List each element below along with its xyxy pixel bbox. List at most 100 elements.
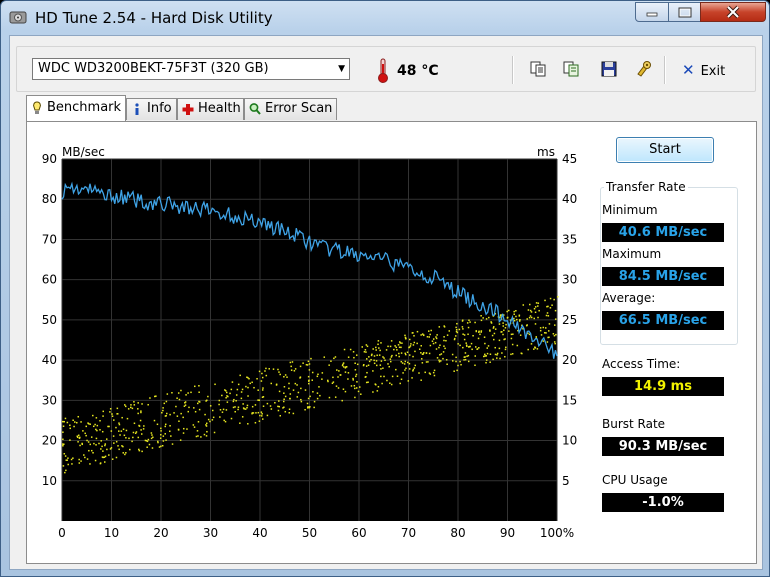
access-time-point xyxy=(372,391,374,393)
access-time-point xyxy=(513,313,515,315)
copy-icon[interactable] xyxy=(529,60,547,78)
access-time-point xyxy=(492,358,494,361)
access-time-point xyxy=(213,431,216,434)
x-tick-label: 90 xyxy=(500,526,515,540)
tab-error-scan[interactable]: Error Scan xyxy=(244,98,337,120)
access-time-point xyxy=(279,373,281,376)
copy-info-icon[interactable] xyxy=(562,60,580,78)
tab-info-label: Info xyxy=(147,101,172,116)
access-time-point xyxy=(64,471,66,474)
access-time-point xyxy=(194,410,197,413)
access-time-point xyxy=(111,415,114,417)
tab-health[interactable]: Health xyxy=(177,98,244,120)
access-time-point xyxy=(125,452,127,454)
access-time-point xyxy=(244,408,247,410)
title-bar[interactable]: HD Tune 2.54 - Hard Disk Utility xyxy=(1,1,769,35)
minimize-button[interactable] xyxy=(635,2,669,22)
access-time-point xyxy=(413,341,416,344)
access-time-point xyxy=(197,435,199,437)
access-time-point xyxy=(535,336,538,338)
access-time-point xyxy=(440,360,442,362)
access-time-point xyxy=(321,378,323,380)
start-button[interactable]: Start xyxy=(616,137,714,163)
access-time-point xyxy=(503,329,505,332)
maximize-button[interactable] xyxy=(668,2,701,22)
info-icon xyxy=(135,103,139,115)
access-time-point xyxy=(438,359,440,361)
access-time-point xyxy=(321,372,324,374)
access-time-point xyxy=(278,371,280,373)
access-time-point xyxy=(476,348,479,350)
access-time-point xyxy=(502,322,504,324)
access-time-point xyxy=(519,334,522,336)
access-time-point xyxy=(337,376,339,378)
access-time-point xyxy=(209,405,212,407)
access-time-point xyxy=(420,358,423,360)
access-time-point xyxy=(118,430,120,432)
access-time-point xyxy=(132,436,134,439)
burst-rate-label: Burst Rate xyxy=(602,417,666,431)
access-time-point xyxy=(500,331,502,333)
access-time-point xyxy=(121,445,123,447)
access-time-point xyxy=(266,414,269,417)
options-icon[interactable] xyxy=(635,60,653,78)
access-time-point xyxy=(290,365,292,368)
access-time-point xyxy=(79,436,81,439)
access-time-point xyxy=(519,318,521,321)
access-time-point xyxy=(179,439,182,441)
access-time-point xyxy=(373,362,376,365)
access-time-point xyxy=(485,359,488,361)
access-time-point xyxy=(162,407,164,409)
tab-info[interactable]: Info xyxy=(126,98,177,120)
save-icon[interactable] xyxy=(600,60,618,78)
y-tick-label-right: 45 xyxy=(562,152,577,166)
access-time-point xyxy=(240,391,243,393)
thermometer-icon xyxy=(378,58,388,83)
access-time-point xyxy=(251,381,253,384)
y-tick-label-right: 30 xyxy=(562,273,577,287)
access-time-point xyxy=(500,314,502,316)
tab-benchmark[interactable]: Benchmark xyxy=(26,95,126,121)
access-time-point xyxy=(530,311,533,313)
drive-dropdown[interactable]: WDC WD3200BEKT-75F3T (320 GB) ▼ xyxy=(32,58,350,80)
access-time-point xyxy=(146,446,148,448)
close-button[interactable] xyxy=(700,2,766,22)
access-time-point xyxy=(470,342,473,345)
access-time-point xyxy=(455,356,457,359)
access-time-point xyxy=(376,364,378,367)
access-time-point xyxy=(360,393,362,395)
access-time-point xyxy=(379,364,382,366)
y-tick-label-left: 50 xyxy=(42,313,57,327)
access-time-point xyxy=(180,412,182,415)
access-time-point xyxy=(342,363,344,366)
access-time-point xyxy=(164,433,167,435)
error-scan-icon xyxy=(249,103,261,115)
access-time-point xyxy=(418,372,420,374)
access-time-point xyxy=(235,394,238,396)
access-time-point xyxy=(456,322,458,325)
access-time-point xyxy=(432,338,435,340)
access-time-point xyxy=(257,411,260,414)
access-time-point xyxy=(316,392,319,394)
access-time-point xyxy=(111,413,113,415)
access-time-point xyxy=(554,324,556,326)
access-time-point xyxy=(154,395,156,398)
access-time-point xyxy=(462,328,464,330)
access-time-point xyxy=(307,360,310,363)
access-time-point xyxy=(310,357,312,360)
access-time-point xyxy=(354,396,356,399)
access-time-point xyxy=(256,377,258,380)
access-time-point xyxy=(408,362,411,365)
y-tick-label-right: 35 xyxy=(562,232,577,246)
access-time-point xyxy=(463,356,466,358)
access-time-point xyxy=(162,440,165,442)
access-time-point xyxy=(409,345,412,347)
access-time-point xyxy=(219,416,221,418)
access-time-point xyxy=(277,409,280,412)
exit-button[interactable]: ✕ Exit xyxy=(682,61,725,79)
access-time-point xyxy=(94,423,96,426)
access-time-point xyxy=(62,443,64,445)
access-time-point xyxy=(389,358,392,360)
access-time-point xyxy=(536,348,539,350)
access-time-point xyxy=(63,420,65,423)
